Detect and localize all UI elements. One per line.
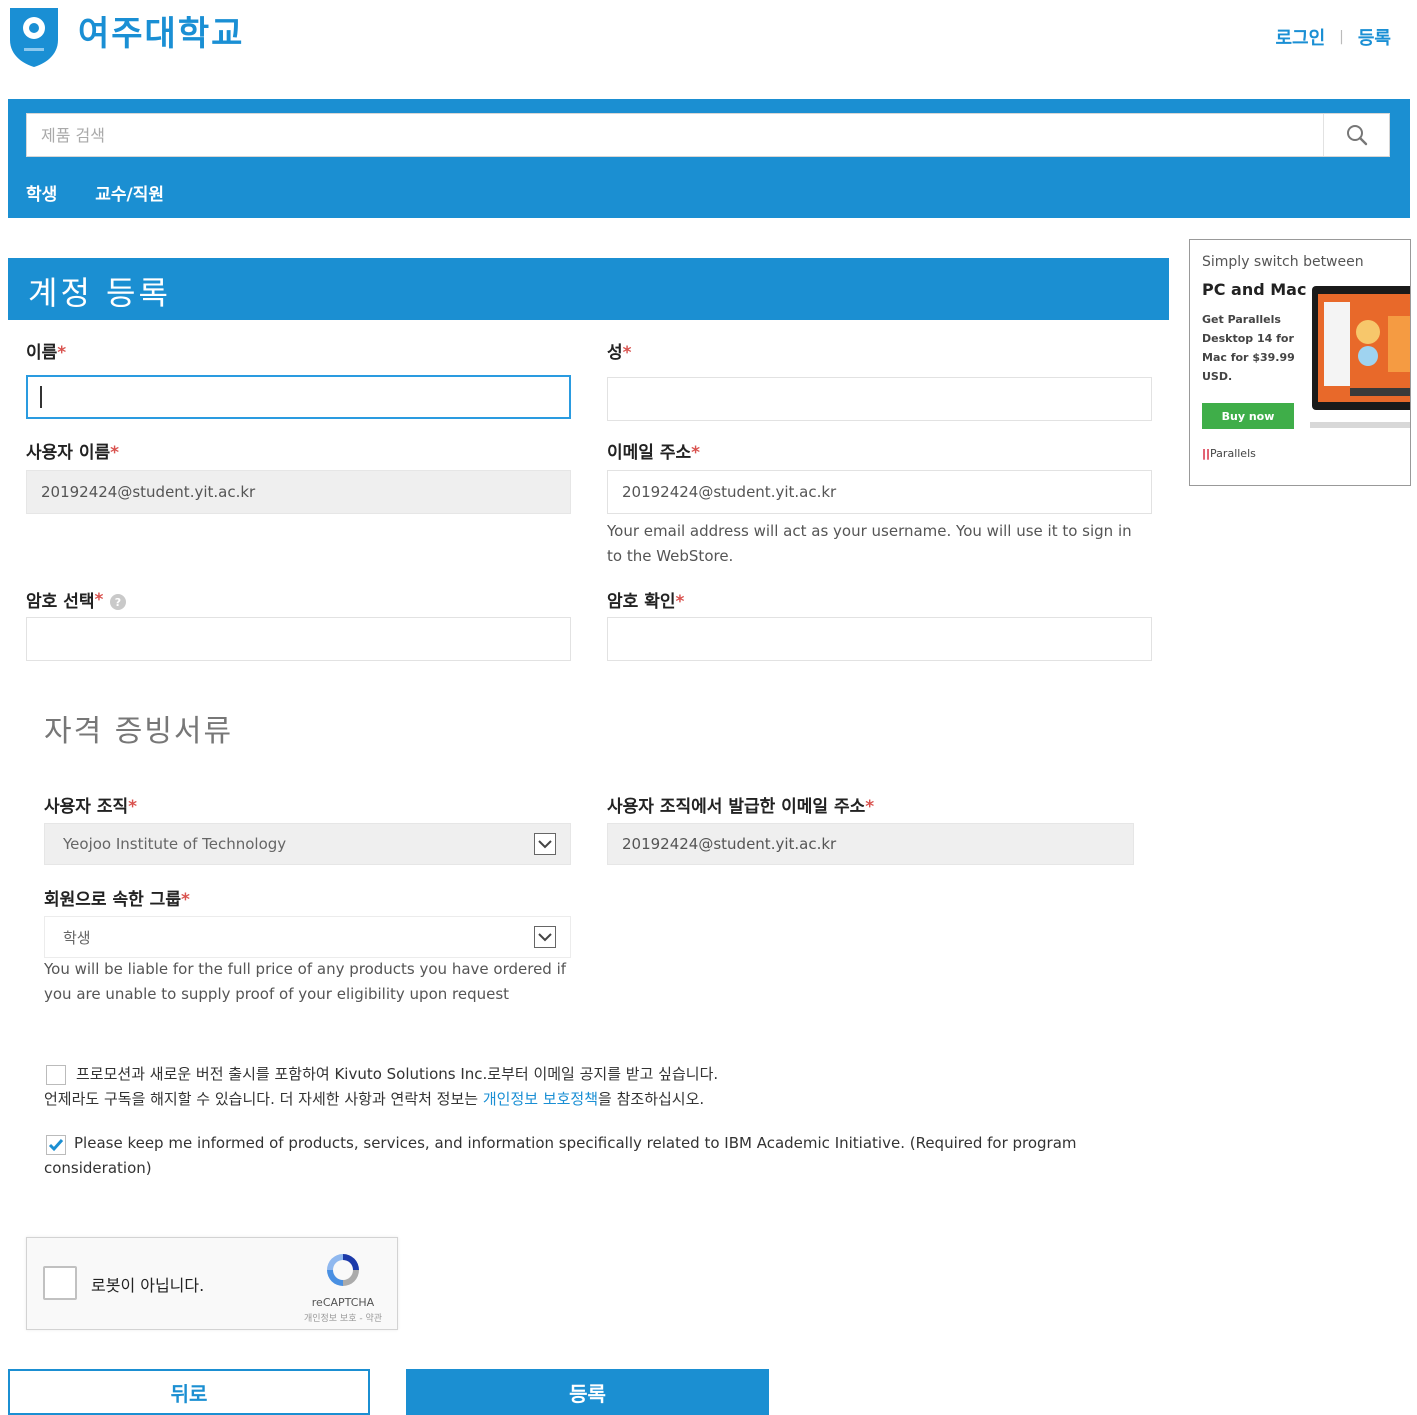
recaptcha-icon <box>327 1254 359 1286</box>
email-input[interactable] <box>607 470 1152 514</box>
help-icon[interactable]: ? <box>109 593 127 611</box>
organization-label: 사용자 조직* <box>44 792 137 817</box>
submit-button[interactable]: 등록 <box>406 1369 769 1415</box>
password-label-text: 암호 선택 <box>26 592 95 612</box>
nav-item-faculty[interactable]: 교수/직원 <box>95 180 164 205</box>
privacy-policy-link[interactable]: 개인정보 보호정책 <box>483 1090 598 1108</box>
svg-text:?: ? <box>115 596 121 609</box>
first-name-label-text: 이름 <box>26 343 58 363</box>
chevron-down-icon <box>534 926 556 948</box>
ibm-consent-text: Please keep me informed of products, ser… <box>44 1134 1077 1177</box>
password-confirm-input[interactable] <box>607 617 1152 661</box>
password-confirm-label: 암호 확인* <box>607 587 684 612</box>
ad-brand-name: Parallels <box>1210 447 1256 460</box>
text-cursor <box>40 386 42 408</box>
group-label: 회원으로 속한 그룹* <box>44 885 190 910</box>
organization-label-text: 사용자 조직 <box>44 797 129 817</box>
recaptcha-brand: reCAPTCHA <box>311 1296 375 1309</box>
link-separator: | <box>1339 29 1344 45</box>
group-select[interactable]: 학생 <box>44 916 571 958</box>
account-links: 로그인 | 등록 <box>1275 24 1391 50</box>
nav-item-students[interactable]: 학생 <box>26 180 57 205</box>
back-button[interactable]: 뒤로 <box>8 1369 370 1415</box>
username-input <box>26 470 571 514</box>
search-icon <box>1346 125 1367 146</box>
required-mark: * <box>622 343 632 363</box>
promo-consent-text: 프로모션과 새로운 버전 출시를 포함하여 Kivuto Solutions I… <box>44 1062 944 1112</box>
org-email-label: 사용자 조직에서 발급한 이메일 주소* <box>607 792 874 817</box>
last-name-input[interactable] <box>607 377 1152 421</box>
page-title: 계정 등록 <box>28 274 171 312</box>
password-input[interactable] <box>26 617 571 661</box>
search-button[interactable] <box>1323 114 1389 156</box>
parallels-ad[interactable]: Simply switch between PC and Mac Get Par… <box>1189 239 1411 486</box>
required-mark: * <box>180 890 190 910</box>
recaptcha-checkbox[interactable] <box>43 1266 77 1300</box>
ad-description: Get Parallels Desktop 14 for Mac for $39… <box>1202 313 1295 383</box>
email-label-text: 이메일 주소 <box>607 443 692 463</box>
password-label: 암호 선택 * ? <box>26 587 127 612</box>
school-name: 여주대학교 <box>78 14 245 54</box>
username-label-text: 사용자 이름 <box>26 443 111 463</box>
recaptcha-widget: 로봇이 아닙니다. reCAPTCHA 개인정보 보호 - 약관 <box>26 1237 398 1330</box>
search-input[interactable] <box>27 114 1325 156</box>
chevron-down-icon <box>534 833 556 855</box>
required-mark: * <box>675 592 685 612</box>
username-label: 사용자 이름* <box>26 438 119 463</box>
credentials-section-title: 자격 증빙서류 <box>44 714 234 749</box>
ad-headline: Simply switch between <box>1202 254 1364 270</box>
required-mark: * <box>691 443 701 463</box>
group-label-text: 회원으로 속한 그룹 <box>44 890 181 910</box>
first-name-label: 이름* <box>26 338 66 363</box>
ad-title: PC and Mac <box>1202 280 1307 299</box>
promo-consent-line2-end: 을 참조하십시오. <box>598 1090 705 1108</box>
parallels-logo-icon: || <box>1202 447 1211 460</box>
required-mark: * <box>110 443 120 463</box>
search-box <box>26 113 1390 157</box>
promo-consent-line1: 프로모션과 새로운 버전 출시를 포함하여 Kivuto Solutions I… <box>76 1065 719 1083</box>
register-link[interactable]: 등록 <box>1358 24 1391 50</box>
required-mark: * <box>865 797 875 817</box>
school-logo-icon <box>10 8 58 67</box>
computer-screen-icon <box>1310 286 1410 428</box>
ad-brand: ||Parallels <box>1202 447 1256 460</box>
main-nav: 학생 교수/직원 <box>26 180 164 205</box>
group-help-text: You will be liable for the full price of… <box>44 960 567 1003</box>
password-confirm-label-text: 암호 확인 <box>607 592 676 612</box>
recaptcha-logo: reCAPTCHA 개인정보 보호 - 약관 <box>303 1250 383 1324</box>
last-name-label-text: 성 <box>607 343 623 363</box>
login-link[interactable]: 로그인 <box>1275 24 1325 50</box>
org-email-label-text: 사용자 조직에서 발급한 이메일 주소 <box>607 797 866 817</box>
organization-value: Yeojoo Institute of Technology <box>63 835 287 853</box>
recaptcha-label: 로봇이 아닙니다. <box>91 1276 205 1295</box>
required-mark: * <box>94 589 104 610</box>
org-email-input <box>607 823 1134 865</box>
group-value: 학생 <box>63 928 91 947</box>
required-mark: * <box>57 343 67 363</box>
page-title-bar: 계정 등록 <box>8 258 1169 320</box>
required-mark: * <box>128 797 138 817</box>
last-name-label: 성* <box>607 338 632 363</box>
email-help-text: Your email address will act as your user… <box>607 522 1132 565</box>
recaptcha-terms[interactable]: 개인정보 보호 - 약관 <box>303 1311 383 1324</box>
first-name-input[interactable] <box>26 375 571 419</box>
email-label: 이메일 주소* <box>607 438 700 463</box>
ad-buy-button[interactable]: Buy now <box>1202 403 1294 429</box>
promo-consent-line2: 언제라도 구독을 해지할 수 있습니다. 더 자세한 사항과 연락처 정보는 <box>44 1090 483 1108</box>
organization-select[interactable]: Yeojoo Institute of Technology <box>44 823 571 865</box>
